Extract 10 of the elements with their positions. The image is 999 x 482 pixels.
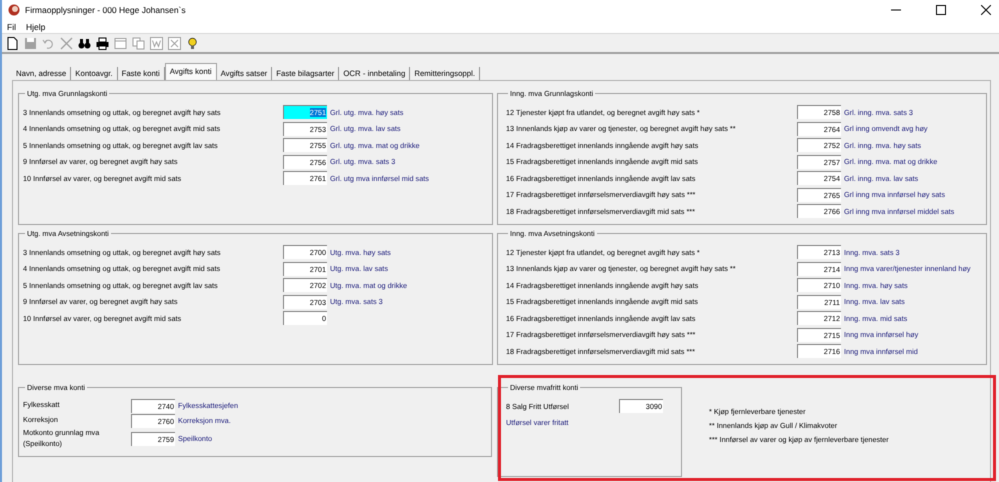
menu-item[interactable]: Hjelp	[26, 22, 46, 32]
new-document-icon[interactable]	[6, 36, 19, 50]
lightbulb-icon[interactable]	[186, 36, 199, 50]
app-icon	[8, 4, 20, 16]
window-title: Firmaopplysninger - 000 Hege Johansen`s	[25, 5, 186, 15]
binoculars-icon[interactable]	[78, 36, 91, 50]
close-icon[interactable]	[981, 5, 991, 15]
menu-item[interactable]: Fil	[7, 22, 16, 32]
printer-icon[interactable]	[96, 36, 109, 50]
maximize-icon[interactable]	[936, 5, 946, 15]
